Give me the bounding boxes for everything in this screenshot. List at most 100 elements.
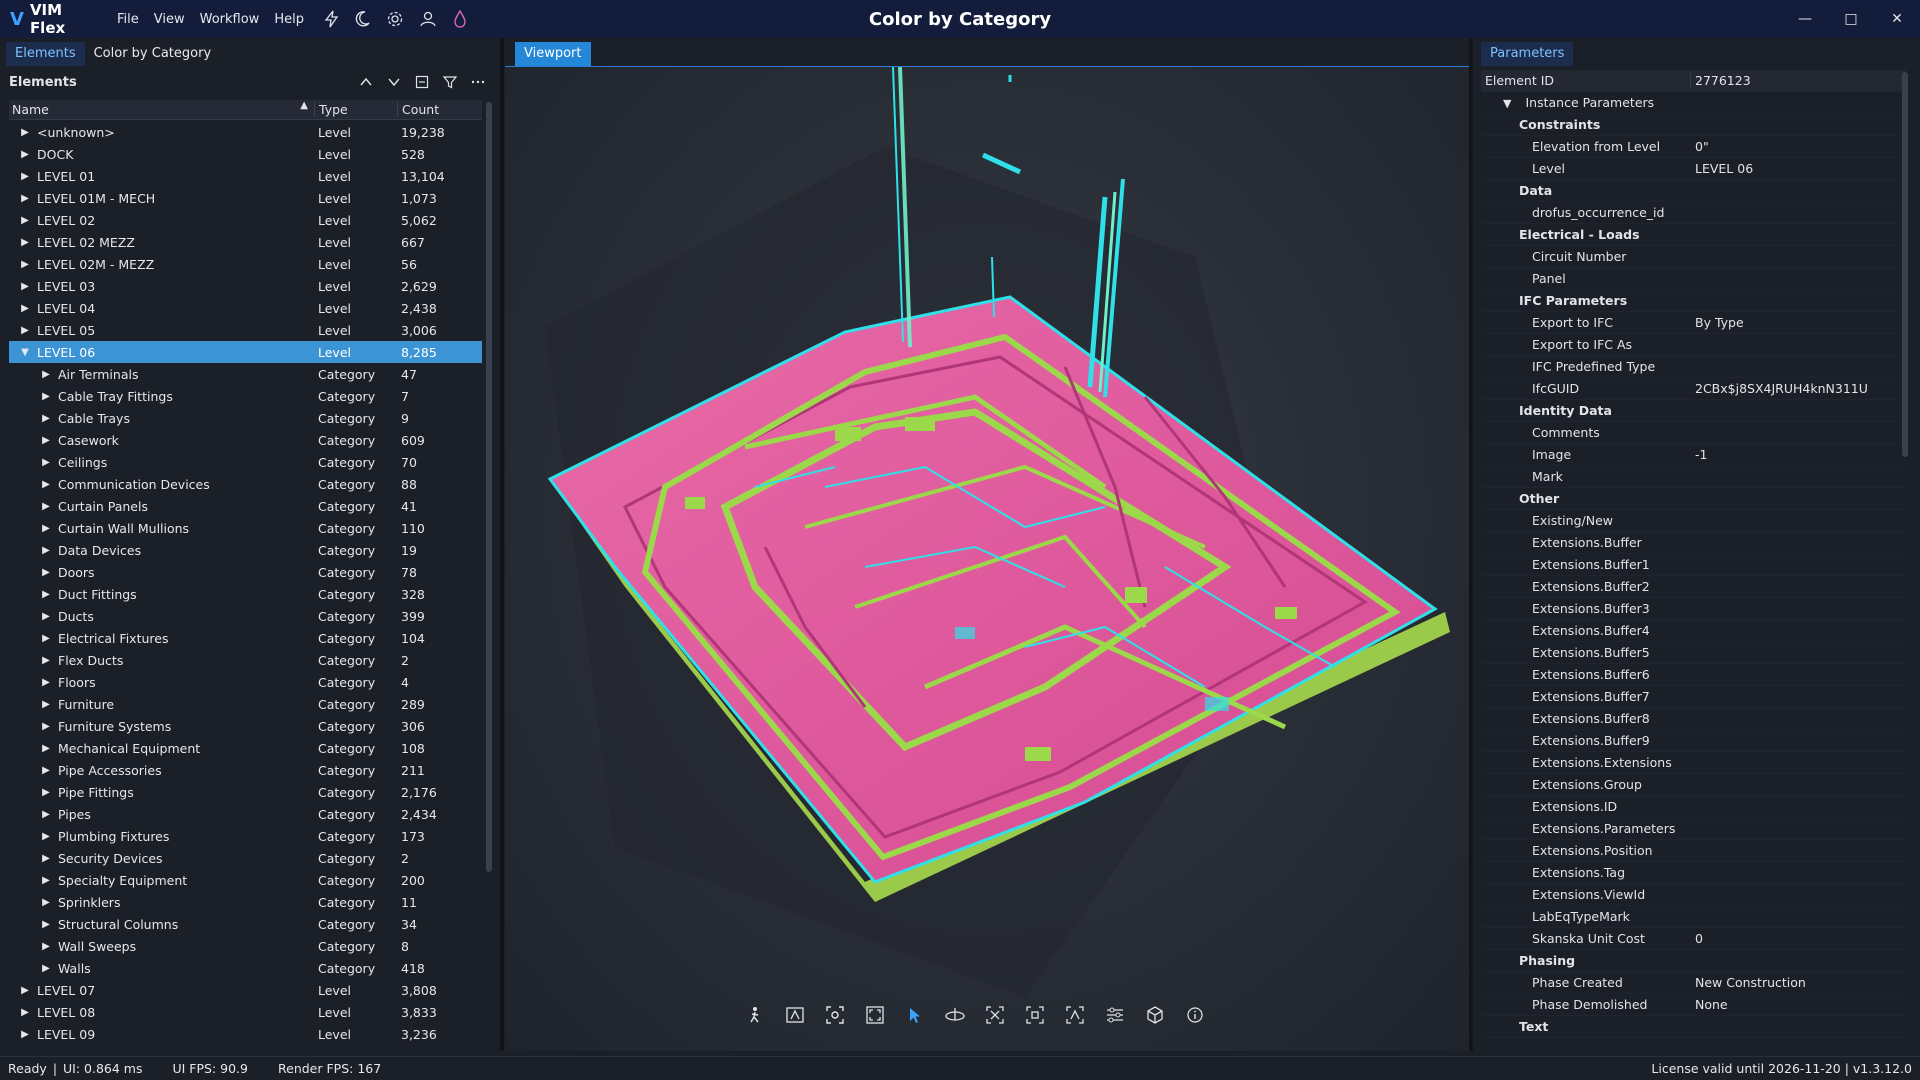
collapsed-arrow-icon[interactable]: ▶ (40, 589, 52, 600)
tree-row[interactable]: ▶ LEVEL 04 Level 2,438 (9, 297, 482, 319)
parameter-row[interactable]: Extensions.Buffer4 (1481, 620, 1906, 642)
settings-sliders-icon[interactable] (1095, 1001, 1135, 1029)
menu-workflow[interactable]: Workflow (200, 12, 260, 27)
collapsed-arrow-icon[interactable]: ▶ (40, 545, 52, 556)
tree-row[interactable]: ▶ <unknown> Level 19,238 (9, 121, 482, 143)
parameter-row[interactable]: Extensions.Buffer3 (1481, 598, 1906, 620)
collapsed-arrow-icon[interactable]: ▶ (19, 193, 31, 204)
collapsed-arrow-icon[interactable]: ▶ (19, 215, 31, 226)
menu-help[interactable]: Help (274, 12, 304, 27)
measure-icon[interactable] (1055, 1001, 1095, 1029)
parameter-row[interactable]: Extensions.Buffer7 (1481, 686, 1906, 708)
parameter-row[interactable]: Existing/New (1481, 510, 1906, 532)
collapsed-arrow-icon[interactable]: ▶ (19, 1029, 31, 1040)
tab-viewport[interactable]: Viewport (515, 42, 591, 66)
parameter-row[interactable]: Comments (1481, 422, 1906, 444)
collapsed-arrow-icon[interactable]: ▶ (40, 391, 52, 402)
parameter-group[interactable]: Data (1481, 180, 1906, 202)
tree-row[interactable]: ▶ Cable Trays Category 9 (9, 407, 482, 429)
parameter-group[interactable]: Identity Data (1481, 400, 1906, 422)
tree-row[interactable]: ▶ Communication Devices Category 88 (9, 473, 482, 495)
select-arrow-icon[interactable] (895, 1001, 935, 1029)
collapsed-arrow-icon[interactable]: ▶ (40, 567, 52, 578)
parameter-group[interactable]: Text (1481, 1016, 1906, 1038)
frame-icon[interactable] (1015, 1001, 1055, 1029)
parameter-row[interactable]: LabEqTypeMark (1481, 906, 1906, 928)
tree-row[interactable]: ▶ LEVEL 02 Level 5,062 (9, 209, 482, 231)
tree-row[interactable]: ▶ LEVEL 08 Level 3,833 (9, 1001, 482, 1023)
building-model[interactable] (505, 67, 1469, 1051)
tree-row[interactable]: ▶ Air Terminals Category 47 (9, 363, 482, 385)
tree-row[interactable]: ▶ Pipes Category 2,434 (9, 803, 482, 825)
tree-row[interactable]: ▶ Data Devices Category 19 (9, 539, 482, 561)
parameter-row[interactable]: Extensions.Group (1481, 774, 1906, 796)
tree-row[interactable]: ▶ Ceilings Category 70 (9, 451, 482, 473)
parameter-group[interactable]: Other (1481, 488, 1906, 510)
tree-row[interactable]: ▶ Cable Tray Fittings Category 7 (9, 385, 482, 407)
parameter-row[interactable]: Extensions.ID (1481, 796, 1906, 818)
collapsed-arrow-icon[interactable]: ▶ (40, 655, 52, 666)
tree-row[interactable]: ▶ Plumbing Fixtures Category 173 (9, 825, 482, 847)
element-id-value[interactable]: 2776123 (1691, 73, 1906, 88)
collapsed-arrow-icon[interactable]: ▶ (19, 149, 31, 160)
tree-row[interactable]: ▶ LEVEL 01M - MECH Level 1,073 (9, 187, 482, 209)
elements-scrollbar[interactable] (486, 102, 492, 872)
tree-row[interactable]: ▶ Flex Ducts Category 2 (9, 649, 482, 671)
collapsed-arrow-icon[interactable]: ▶ (40, 611, 52, 622)
tree-row[interactable]: ▶ Pipe Fittings Category 2,176 (9, 781, 482, 803)
tree-row[interactable]: ▶ Pipe Accessories Category 211 (9, 759, 482, 781)
tree-row[interactable]: ▶ LEVEL 05 Level 3,006 (9, 319, 482, 341)
parameter-row[interactable]: Extensions.ViewId (1481, 884, 1906, 906)
collapsed-arrow-icon[interactable]: ▶ (19, 985, 31, 996)
parameter-row[interactable]: Image -1 (1481, 444, 1906, 466)
tree-row[interactable]: ▶ Doors Category 78 (9, 561, 482, 583)
parameter-row[interactable]: Extensions.Extensions (1481, 752, 1906, 774)
parameter-row[interactable]: Extensions.Buffer9 (1481, 730, 1906, 752)
collapsed-arrow-icon[interactable]: ▶ (40, 699, 52, 710)
tree-row[interactable]: ▶ Curtain Wall Mullions Category 110 (9, 517, 482, 539)
tree-row[interactable]: ▶ Sprinklers Category 11 (9, 891, 482, 913)
parameter-row[interactable]: Phase Created New Construction (1481, 972, 1906, 994)
collapsed-arrow-icon[interactable]: ▶ (40, 743, 52, 754)
collapsed-arrow-icon[interactable]: ▶ (40, 721, 52, 732)
column-count[interactable]: Count (397, 102, 482, 117)
tree-row[interactable]: ▶ Walls Category 418 (9, 957, 482, 979)
column-name[interactable]: Name ▲ (9, 100, 314, 117)
tree-row[interactable]: ▶ Mechanical Equipment Category 108 (9, 737, 482, 759)
parameter-group[interactable]: Phasing (1481, 950, 1906, 972)
collapsed-arrow-icon[interactable]: ▶ (40, 677, 52, 688)
tree-row[interactable]: ▶ Casework Category 609 (9, 429, 482, 451)
tree-row[interactable]: ▶ Floors Category 4 (9, 671, 482, 693)
parameter-group[interactable]: Electrical - Loads (1481, 224, 1906, 246)
parameter-row[interactable]: IfcGUID 2CBx$j8SX4JRUH4knN311U (1481, 378, 1906, 400)
more-options-icon[interactable] (470, 74, 486, 90)
tab-elements[interactable]: Elements (6, 42, 85, 66)
parameter-row[interactable]: Skanska Unit Cost 0 (1481, 928, 1906, 950)
tree-row[interactable]: ▶ Wall Sweeps Category 8 (9, 935, 482, 957)
parameter-row[interactable]: Extensions.Buffer6 (1481, 664, 1906, 686)
collapsed-arrow-icon[interactable]: ▶ (19, 1007, 31, 1018)
collapsed-arrow-icon[interactable]: ▶ (40, 919, 52, 930)
parameter-row[interactable]: Level LEVEL 06 (1481, 158, 1906, 180)
splitter-right[interactable] (1469, 38, 1473, 1051)
lightning-icon[interactable] (324, 10, 340, 28)
tab-color-by-category[interactable]: Color by Category (85, 42, 221, 66)
tree-row[interactable]: ▶ Curtain Panels Category 41 (9, 495, 482, 517)
parameter-row[interactable]: Export to IFC By Type (1481, 312, 1906, 334)
parameter-row[interactable]: Elevation from Level 0" (1481, 136, 1906, 158)
fullscreen-icon[interactable] (855, 1001, 895, 1029)
tree-row[interactable]: ▶ LEVEL 02 MEZZ Level 667 (9, 231, 482, 253)
tree-row[interactable]: ▶ LEVEL 02M - MEZZ Level 56 (9, 253, 482, 275)
tree-row[interactable]: ▶ LEVEL 01 Level 13,104 (9, 165, 482, 187)
tree-row[interactable]: ▶ Furniture Systems Category 306 (9, 715, 482, 737)
parameter-row[interactable]: drofus_occurrence_id (1481, 202, 1906, 224)
collapse-all-icon[interactable] (414, 74, 430, 90)
parameter-row[interactable]: IFC Predefined Type (1481, 356, 1906, 378)
collapsed-arrow-icon[interactable]: ▶ (40, 963, 52, 974)
collapsed-arrow-icon[interactable]: ▶ (19, 171, 31, 182)
tree-row[interactable]: ▶ Ducts Category 399 (9, 605, 482, 627)
parameters-scrollbar[interactable] (1902, 72, 1908, 457)
tree-row[interactable]: ▶ Electrical Fixtures Category 104 (9, 627, 482, 649)
collapsed-arrow-icon[interactable]: ▶ (40, 941, 52, 952)
parameter-row[interactable]: Extensions.Parameters (1481, 818, 1906, 840)
